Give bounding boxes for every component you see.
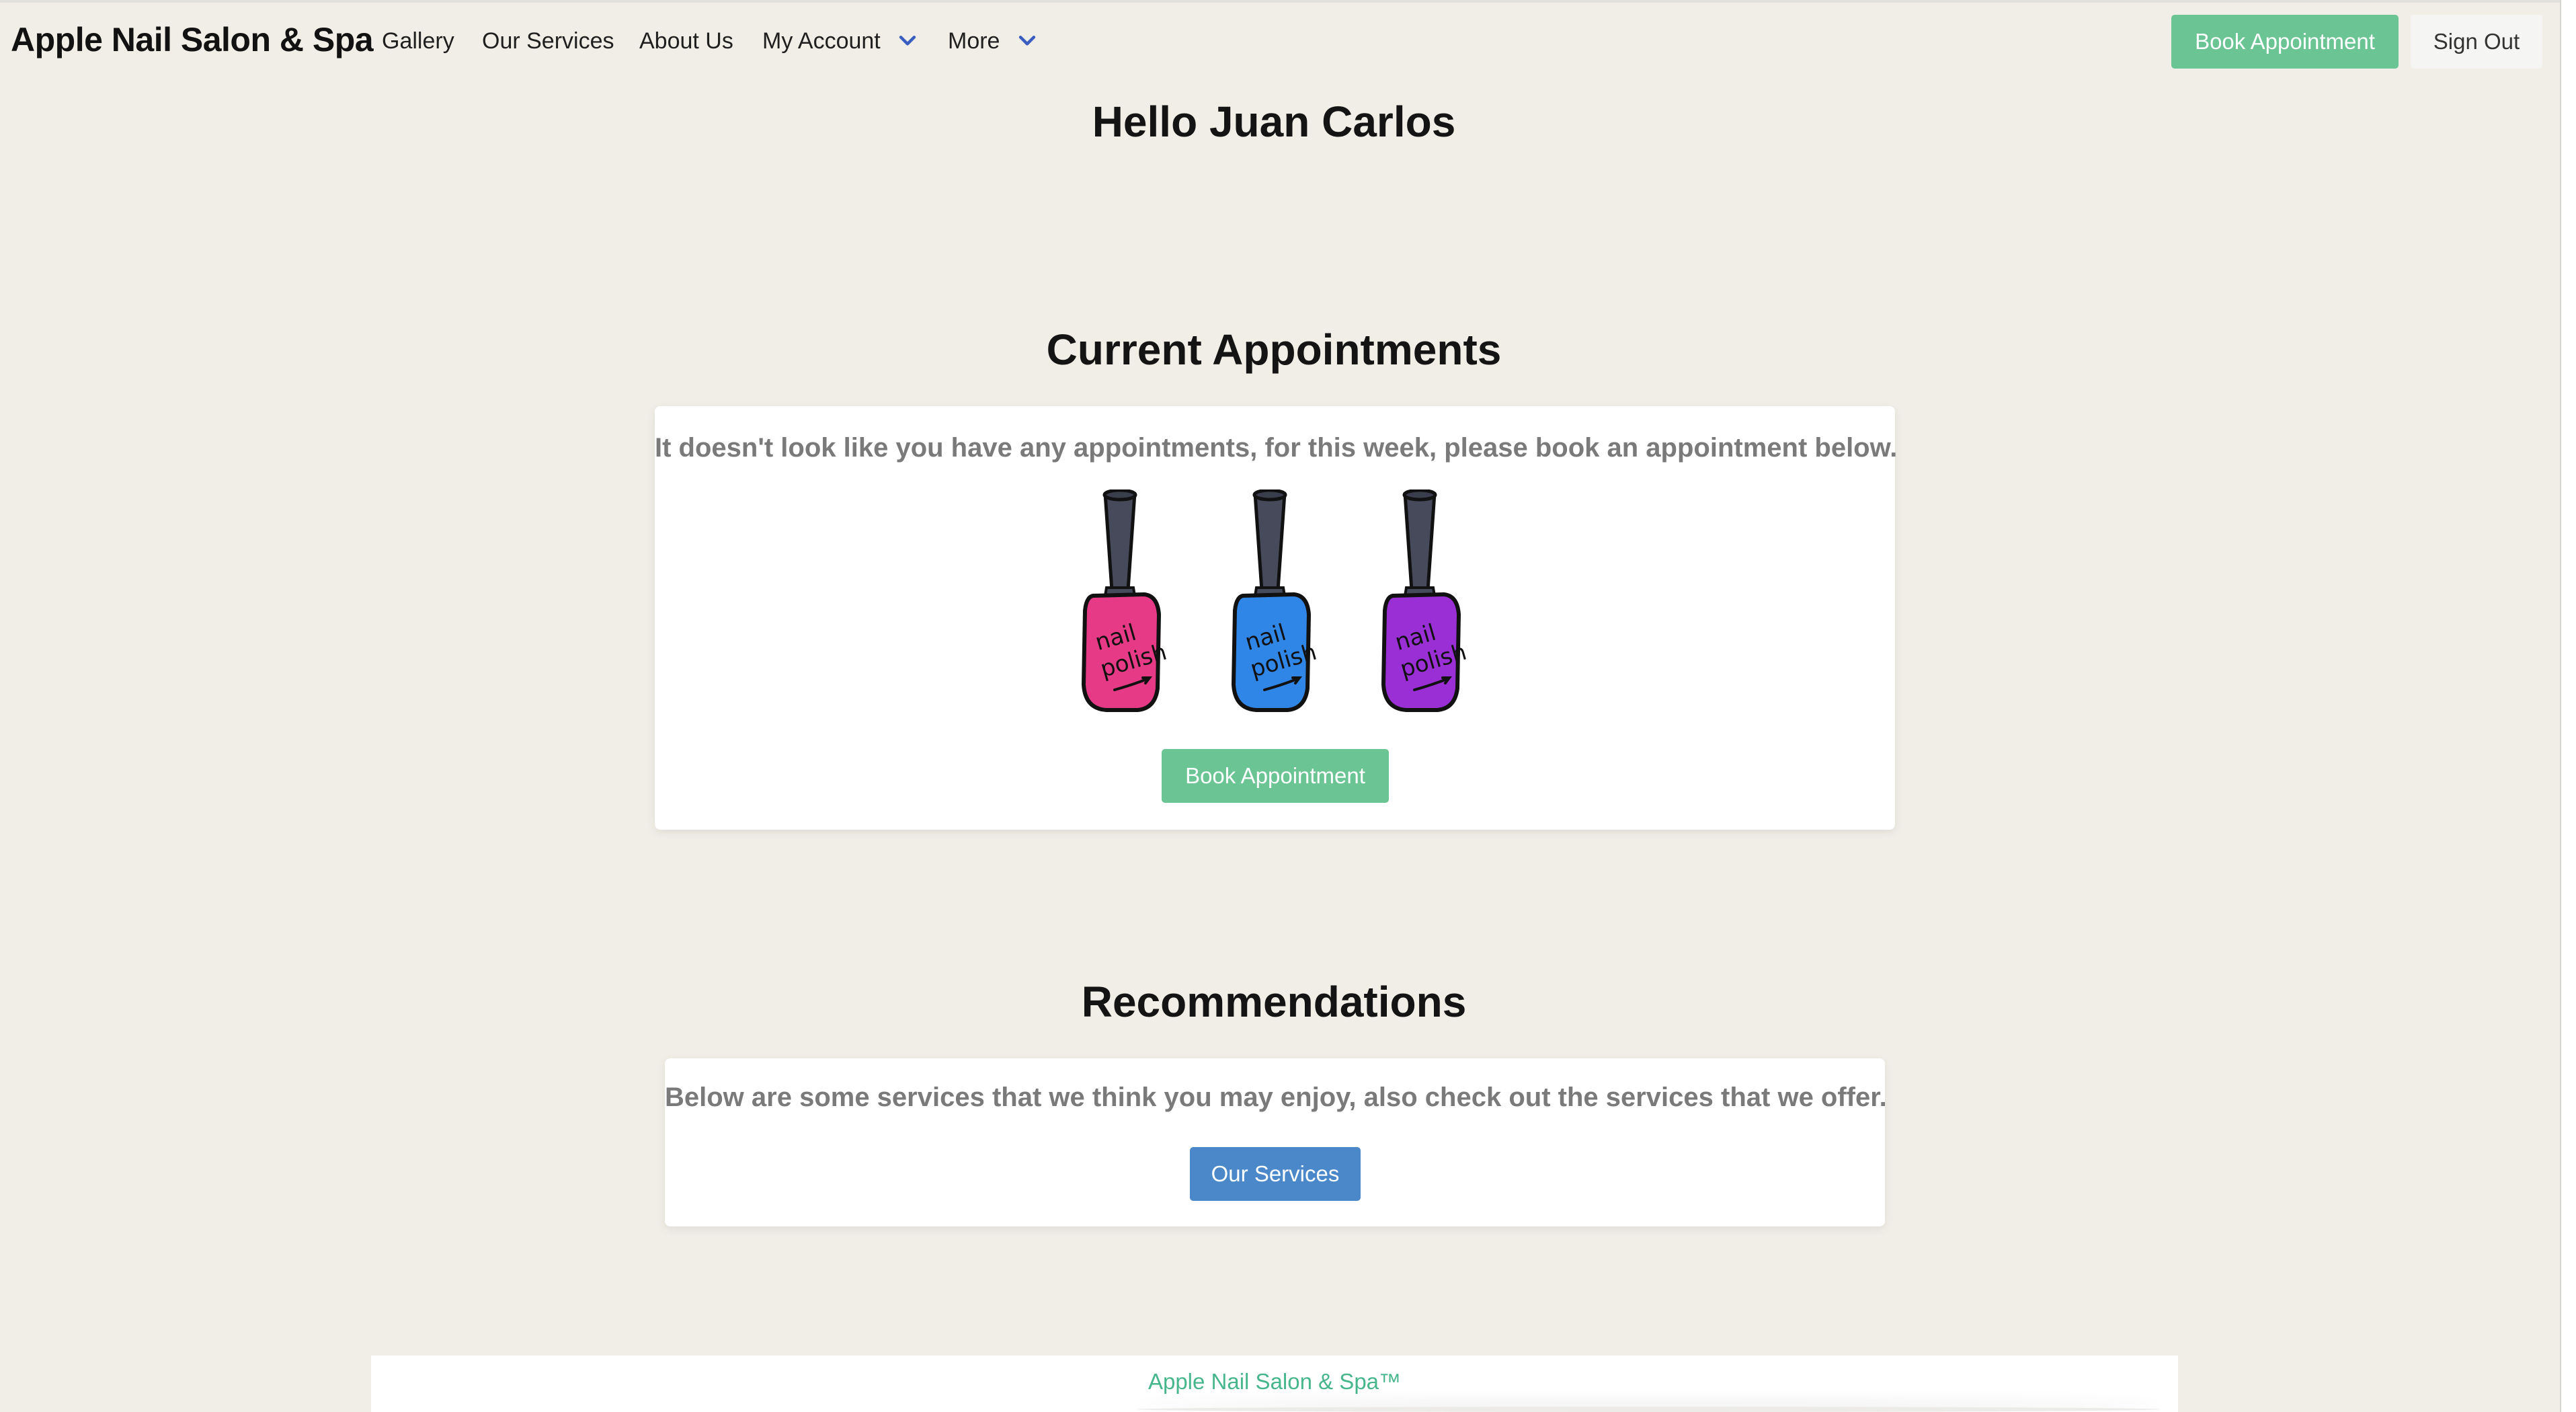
- chevron-down-icon: [1018, 36, 1036, 46]
- nav-my-account-label: My Account: [762, 28, 881, 54]
- nav-gallery[interactable]: Gallery: [382, 28, 454, 54]
- nail-polish-bottles: nail polish nail polish nail polish: [1082, 489, 1470, 712]
- nav-our-services[interactable]: Our Services: [482, 28, 614, 54]
- current-appointments-heading: Current Appointments: [1046, 325, 1502, 374]
- nav-more-label: More: [948, 28, 1000, 54]
- book-appointment-card-button[interactable]: Book Appointment: [1162, 749, 1389, 803]
- scrollbar[interactable]: [2560, 0, 2576, 1412]
- page: Apple Nail Salon & Spa Gallery Our Servi…: [0, 0, 2576, 1412]
- greeting-heading: Hello Juan Carlos: [1092, 97, 1456, 146]
- blue-polish-bottle: nail polish: [1232, 490, 1320, 712]
- navbar: Apple Nail Salon & Spa Gallery Our Servi…: [0, 3, 2560, 77]
- recommendations-heading: Recommendations: [1081, 978, 1467, 1026]
- no-appointments-message: It doesn't look like you have any appoin…: [655, 433, 1898, 463]
- brand-logo[interactable]: Apple Nail Salon & Spa: [11, 20, 374, 59]
- nail-polish-illustration: nail polish nail polish nail polish: [1065, 489, 1495, 715]
- purple-polish-bottle: nail polish: [1381, 490, 1470, 712]
- chevron-down-icon: [899, 36, 916, 46]
- sign-out-button[interactable]: Sign Out: [2411, 15, 2542, 69]
- book-appointment-button[interactable]: Book Appointment: [2171, 15, 2399, 69]
- pink-polish-bottle: nail polish: [1082, 490, 1170, 712]
- footer: Apple Nail Salon & Spa™: [371, 1356, 2178, 1412]
- appointments-card: It doesn't look like you have any appoin…: [655, 406, 1898, 830]
- recommendations-card: Below are some services that we think yo…: [665, 1058, 1887, 1226]
- footer-brand[interactable]: Apple Nail Salon & Spa™: [371, 1369, 2178, 1395]
- nav-more-dropdown[interactable]: More: [948, 28, 1039, 54]
- recommendations-message: Below are some services that we think yo…: [665, 1083, 1887, 1112]
- nav-my-account-dropdown[interactable]: My Account: [762, 28, 919, 54]
- footer-divider: [1137, 1407, 2159, 1412]
- nav-about-us[interactable]: About Us: [639, 28, 733, 54]
- our-services-button[interactable]: Our Services: [1190, 1147, 1361, 1201]
